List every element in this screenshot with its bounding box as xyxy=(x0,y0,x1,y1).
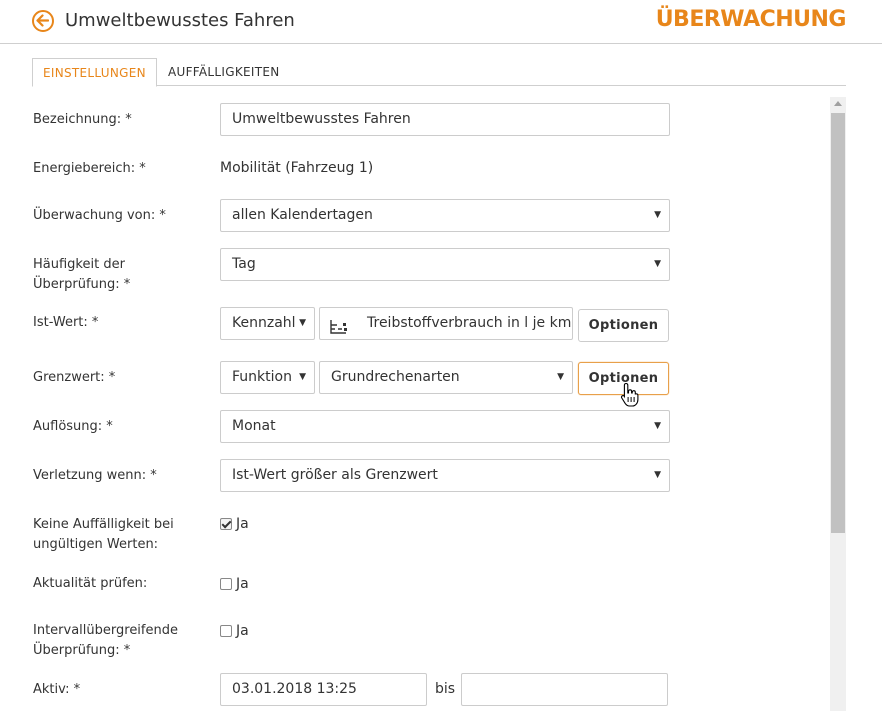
ueberwachung-von-select[interactable]: allen Kalendertagen ▼ xyxy=(220,199,670,232)
aktiv-separator: bis xyxy=(435,681,456,697)
caret-down-icon: ▼ xyxy=(654,210,661,220)
grenzwert-label: Grenzwert: * xyxy=(33,370,116,385)
app-header: Umweltbewusstes Fahren ÜBERWACHUNG xyxy=(0,0,882,44)
caret-down-icon: ▼ xyxy=(299,318,306,328)
verletzung-value: Ist-Wert größer als Grenzwert xyxy=(232,467,438,483)
section-brand: ÜBERWACHUNG xyxy=(655,7,847,32)
verletzung-select[interactable]: Ist-Wert größer als Grenzwert ▼ xyxy=(220,459,670,492)
energiebereich-label: Energiebereich: * xyxy=(33,161,146,176)
hierarchy-icon xyxy=(329,316,349,347)
aktualitaet-checkbox[interactable] xyxy=(220,578,232,590)
grenzwert-type-select[interactable]: Funktion ▼ xyxy=(220,361,315,394)
ist-wert-options-button[interactable]: Optionen xyxy=(578,309,669,342)
grenzwert-function-value: Grundrechenarten xyxy=(331,369,460,385)
bezeichnung-input[interactable]: Umweltbewusstes Fahren xyxy=(220,103,670,136)
ueberwachung-von-label: Überwachung von: * xyxy=(33,208,166,223)
keine-auffaelligkeit-checkbox-label: Ja xyxy=(236,516,249,532)
keine-auffaelligkeit-checkbox[interactable] xyxy=(220,518,232,530)
verletzung-label: Verletzung wenn: * xyxy=(33,468,157,483)
intervall-label-line2: Überprüfung: * xyxy=(33,643,131,658)
arrow-left-circle-icon xyxy=(36,14,49,27)
grenzwert-type-value: Funktion xyxy=(232,369,292,385)
intervall-label-line1: Intervallübergreifende xyxy=(33,623,178,638)
haeufigkeit-select[interactable]: Tag ▼ xyxy=(220,248,670,281)
ist-wert-metric-value: Treibstoffverbrauch in l je km xyxy=(367,315,572,331)
intervall-label: Intervallübergreifende Überprüfung: * xyxy=(33,621,178,661)
aktiv-label: Aktiv: * xyxy=(33,682,81,697)
energiebereich-value: Mobilität (Fahrzeug 1) xyxy=(220,160,374,176)
scrollbar-thumb[interactable] xyxy=(831,113,845,533)
intervall-checkbox[interactable] xyxy=(220,625,232,637)
ueberwachung-von-value: allen Kalendertagen xyxy=(232,207,373,223)
aktiv-from-input[interactable]: 03.01.2018 13:25 xyxy=(220,673,427,706)
grenzwert-function-select[interactable]: Grundrechenarten ▼ xyxy=(319,361,573,394)
haeufigkeit-label-line2: Überprüfung: * xyxy=(33,277,131,292)
ist-wert-label: Ist-Wert: * xyxy=(33,315,99,330)
aufloesung-label: Auflösung: * xyxy=(33,419,113,434)
haeufigkeit-label-line1: Häufigkeit der xyxy=(33,257,125,272)
caret-down-icon: ▼ xyxy=(654,470,661,480)
haeufigkeit-value: Tag xyxy=(232,256,256,272)
ist-wert-type-select[interactable]: Kennzahl ▼ xyxy=(220,307,315,340)
tab-auffaelligkeiten[interactable]: AUFFÄLLIGKEITEN xyxy=(158,58,290,87)
tab-bar: EINSTELLUNGEN AUFFÄLLIGKEITEN xyxy=(32,58,846,87)
ist-wert-metric-field[interactable]: Treibstoffverbrauch in l je km xyxy=(319,307,573,340)
ist-wert-type-value: Kennzahl xyxy=(232,315,296,331)
aktualitaet-checkbox-label: Ja xyxy=(236,576,249,592)
scroll-up-arrow-icon[interactable] xyxy=(834,101,842,106)
caret-down-icon: ▼ xyxy=(557,372,564,382)
aufloesung-select[interactable]: Monat ▼ xyxy=(220,410,670,443)
bezeichnung-label: Bezeichnung: * xyxy=(33,112,132,127)
caret-down-icon: ▼ xyxy=(299,372,306,382)
caret-down-icon: ▼ xyxy=(654,421,661,431)
aktiv-to-input[interactable] xyxy=(461,673,668,706)
haeufigkeit-label: Häufigkeit der Überprüfung: * xyxy=(33,255,130,295)
aufloesung-value: Monat xyxy=(232,418,276,434)
keine-auffaelligkeit-label-line2: ungültigen Werten: xyxy=(33,537,159,552)
aktualitaet-label: Aktualität prüfen: xyxy=(33,576,148,591)
page-title: Umweltbewusstes Fahren xyxy=(65,10,295,31)
tab-einstellungen[interactable]: EINSTELLUNGEN xyxy=(32,58,157,87)
vertical-scrollbar[interactable] xyxy=(830,97,846,711)
keine-auffaelligkeit-label: Keine Auffälligkeit bei ungültigen Werte… xyxy=(33,515,174,555)
back-button[interactable] xyxy=(32,10,54,32)
hand-pointer-cursor-icon xyxy=(620,382,640,412)
intervall-checkbox-label: Ja xyxy=(236,623,249,639)
keine-auffaelligkeit-label-line1: Keine Auffälligkeit bei xyxy=(33,517,174,532)
caret-down-icon: ▼ xyxy=(654,259,661,269)
